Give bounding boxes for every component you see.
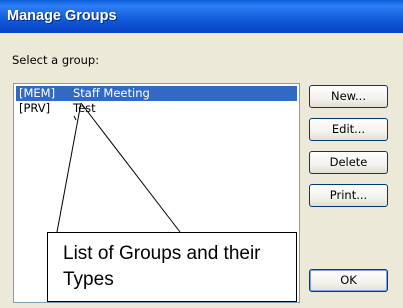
list-item[interactable]: [PRV] Test — [16, 101, 297, 116]
print-button[interactable]: Print... — [309, 184, 388, 207]
select-group-label: Select a group: — [12, 53, 100, 67]
window-title: Manage Groups — [7, 8, 117, 24]
manage-groups-dialog: Manage Groups Select a group: [MEM] Staf… — [0, 0, 403, 308]
group-name: Staff Meeting — [73, 86, 150, 100]
edit-button[interactable]: Edit... — [309, 118, 388, 141]
group-type: [MEM] — [19, 86, 56, 100]
delete-button[interactable]: Delete — [309, 151, 388, 174]
new-button[interactable]: New... — [309, 85, 388, 108]
list-item[interactable]: [MEM] Staff Meeting — [16, 86, 297, 101]
callout-box: List of Groups and their Types — [47, 232, 297, 302]
title-bar[interactable]: Manage Groups — [0, 0, 403, 33]
ok-button[interactable]: OK — [309, 269, 388, 292]
group-type: [PRV] — [19, 101, 51, 115]
group-name: Test — [73, 101, 96, 115]
